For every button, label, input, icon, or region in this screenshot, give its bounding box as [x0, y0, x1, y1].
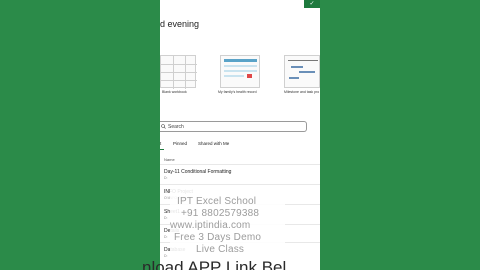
file-tabs: t Pinned Shared with Me: [160, 141, 320, 153]
header-stripe: [224, 59, 257, 62]
tab-pinned[interactable]: Pinned: [173, 141, 187, 146]
template-label: Blank workbook: [162, 90, 187, 94]
template-label: My family's health record: [218, 90, 257, 94]
template-health-record[interactable]: [220, 55, 260, 88]
task-bar: [289, 77, 299, 79]
left-background: [0, 0, 160, 270]
check-icon: ✓: [304, 0, 320, 8]
grid-line: [173, 56, 174, 89]
grid-line: [161, 64, 197, 65]
list-item[interactable]: Day-11 Conditional Formatting D:: [164, 169, 314, 180]
watermark-line: www.iptindia.com: [170, 220, 251, 231]
timeline-line: [288, 60, 318, 61]
watermark-line: +91 8802579388: [181, 208, 260, 219]
watermark-line: IPT Excel School: [177, 196, 257, 207]
grid-line: [185, 56, 186, 89]
template-milestone-task[interactable]: [284, 55, 320, 88]
caption-banner: nload APP Link Bel: [142, 258, 287, 270]
divider: [160, 164, 320, 165]
grid-line: [161, 80, 197, 81]
row-stripe: [224, 75, 244, 77]
template-gallery: Blank workbook My family's health record…: [160, 55, 320, 100]
right-background: [320, 0, 480, 270]
top-bar: [160, 0, 320, 8]
column-header-name: Name: [164, 157, 175, 162]
file-path: D:: [164, 176, 168, 180]
active-tab-indicator: [160, 149, 164, 150]
search-input[interactable]: Search: [168, 124, 184, 130]
template-blank-workbook[interactable]: [160, 55, 197, 89]
red-marker: [247, 74, 252, 78]
task-bar: [291, 66, 303, 68]
search-icon: [161, 124, 166, 129]
search-box[interactable]: Search: [160, 121, 307, 132]
tab-all[interactable]: t: [160, 141, 161, 146]
grid-line: [161, 72, 197, 73]
template-label: Milestone and task pro: [284, 90, 320, 94]
row-stripe: [224, 70, 257, 72]
task-bar: [299, 71, 315, 73]
file-name: Day-11 Conditional Formatting: [164, 169, 232, 175]
page-title: d evening: [160, 19, 200, 29]
watermark-line: Live Class: [196, 244, 245, 255]
tab-shared-with-me[interactable]: Shared with Me: [198, 141, 229, 146]
watermark-line: Free 3 Days Demo: [174, 232, 262, 243]
row-stripe: [224, 65, 257, 67]
